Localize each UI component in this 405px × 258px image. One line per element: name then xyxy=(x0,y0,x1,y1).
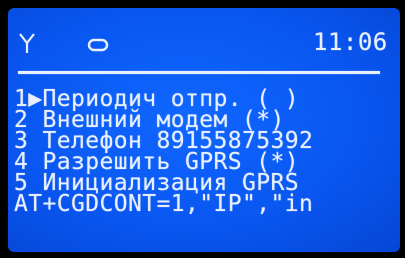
clock-time: 11:06 xyxy=(313,28,388,56)
at-command-line: AT+CGDCONT=1,"IP","in xyxy=(14,191,314,217)
battery-icon xyxy=(87,38,109,52)
lcd-screen: 11:06 1▶Периодич отпр. ( ) 2 Внешний мод… xyxy=(8,8,400,252)
status-divider xyxy=(18,71,380,74)
lcd-display: 11:06 1▶Периодич отпр. ( ) 2 Внешний мод… xyxy=(0,0,405,258)
antenna-icon xyxy=(19,33,35,53)
